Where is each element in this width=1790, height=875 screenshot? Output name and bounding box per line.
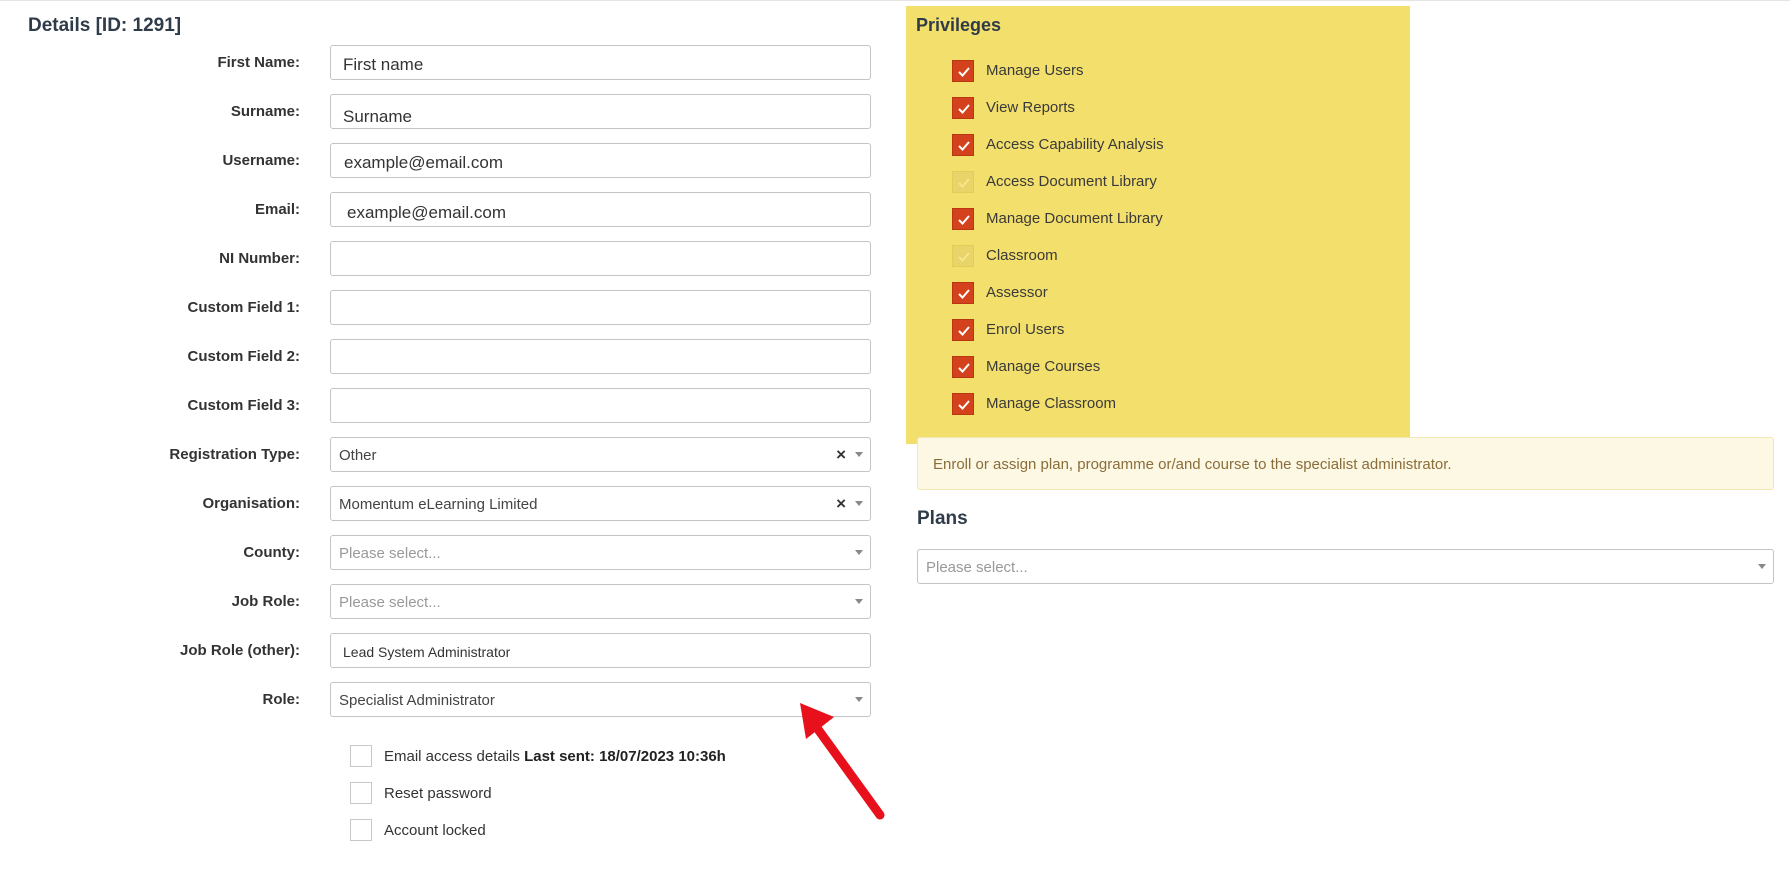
account-locked-label: Account locked [384,822,486,839]
form-row-custom-field-2: Custom Field 2: [0,339,880,375]
job-role-placeholder: Please select... [339,594,441,611]
privilege-access-document-library-label: Access Document Library [986,173,1157,190]
email-input[interactable]: example@email.com [330,192,871,227]
last-sent-text: Last sent: 18/07/2023 10:36h [524,748,726,765]
form-row-username: Username: example@email.com [0,143,880,179]
email-access-details-checkbox[interactable] [350,745,372,767]
form-row-job-role-other: Job Role (other): Lead System Administra… [0,633,880,669]
privilege-assessor-label: Assessor [986,284,1048,301]
form-row-county: County: Please select... [0,535,880,571]
email-access-details-label: Email access details Last sent: 18/07/20… [384,748,726,765]
details-title: Details [ID: 1291] [28,15,182,36]
county-label: County: [243,544,300,561]
clear-registration-type-icon[interactable]: × [836,445,846,465]
organisation-chevron-down-icon[interactable] [855,501,863,506]
plans-placeholder: Please select... [926,559,1028,576]
privilege-view-reports-label: View Reports [986,99,1075,116]
form-row-role: Role: Specialist Administrator [0,682,880,718]
privilege-access-document-library-checkbox[interactable] [952,171,974,193]
surname-label: Surname: [230,103,300,120]
privilege-manage-document-library-checkbox[interactable] [952,208,974,230]
privilege-manage-courses-label: Manage Courses [986,358,1101,375]
organisation-label: Organisation: [202,495,300,512]
top-divider [0,0,1790,1]
privilege-manage-courses-checkbox[interactable] [952,356,974,378]
form-row-organisation: Organisation: Momentum eLearning Limited… [0,486,880,522]
custom-field-2-label: Custom Field 2: [187,348,300,365]
privileges-panel: Privileges Manage Users View Reports Acces… [906,6,1410,444]
registration-type-chevron-down-icon[interactable] [855,452,863,457]
plans-select[interactable]: Please select... [917,549,1774,584]
username-label: Username: [222,152,300,169]
role-value: Specialist Administrator [339,692,495,709]
privilege-manage-classroom-label: Manage Classroom [986,395,1117,412]
job-role-other-label: Job Role (other): [180,642,300,659]
job-role-chevron-down-icon[interactable] [855,599,863,604]
ni-number-input[interactable] [330,241,871,276]
privilege-assessor-checkbox[interactable] [952,282,974,304]
form-row-first-name: First Name: First name [0,45,880,81]
job-role-label: Job Role: [231,593,300,610]
annotation-arrow-icon [800,703,885,820]
custom-field-3-input[interactable] [330,388,871,423]
plans-title: Plans [917,508,968,529]
username-input[interactable]: example@email.com [330,143,871,178]
registration-type-value: Other [339,447,377,464]
form-row-custom-field-3: Custom Field 3: [0,388,880,424]
form-row-ni-number: NI Number: [0,241,880,277]
privilege-manage-users-checkbox[interactable] [952,60,974,82]
privilege-access-capability-analysis-checkbox[interactable] [952,134,974,156]
registration-type-select[interactable]: Other × [330,437,871,472]
form-row-email: Email: example@email.com [0,192,880,228]
account-locked-checkbox[interactable] [350,819,372,841]
privilege-classroom-label: Classroom [986,247,1058,264]
job-role-select[interactable]: Please select... [330,584,871,619]
privilege-classroom-checkbox[interactable] [952,245,974,267]
reset-password-checkbox[interactable] [350,782,372,804]
custom-field-3-label: Custom Field 3: [187,397,300,414]
custom-field-1-input[interactable] [330,290,871,325]
county-select[interactable]: Please select... [330,535,871,570]
privilege-enrol-users-checkbox[interactable] [952,319,974,341]
surname-input[interactable]: Surname [330,94,871,129]
first-name-label: First Name: [217,54,300,71]
form-row-registration-type: Registration Type: Other × [0,437,880,473]
form-row-custom-field-1: Custom Field 1: [0,290,880,326]
custom-field-2-input[interactable] [330,339,871,374]
reset-password-label: Reset password [384,785,492,802]
role-label: Role: [262,691,301,708]
registration-type-label: Registration Type: [169,446,300,463]
first-name-input[interactable]: First name [330,45,871,80]
organisation-value: Momentum eLearning Limited [339,496,538,513]
plans-chevron-down-icon[interactable] [1758,564,1766,569]
notice-text: Enroll or assign plan, programme or/and … [933,456,1452,473]
form-row-surname: Surname: Surname [0,94,880,130]
custom-field-1-label: Custom Field 1: [187,299,300,316]
clear-organisation-icon[interactable]: × [836,494,846,514]
privilege-manage-document-library-label: Manage Document Library [986,210,1163,227]
county-placeholder: Please select... [339,545,441,562]
privilege-manage-users-label: Manage Users [986,62,1084,79]
job-role-other-input[interactable]: Lead System Administrator [330,633,871,668]
privileges-title: Privileges [916,15,1002,35]
form-row-job-role: Job Role: Please select... [0,584,880,620]
county-chevron-down-icon[interactable] [855,550,863,555]
email-label: Email: [254,201,300,218]
info-notice: Enroll or assign plan, programme or/and … [917,437,1774,490]
privilege-view-reports-checkbox[interactable] [952,97,974,119]
privilege-manage-classroom-checkbox[interactable] [952,393,974,415]
ni-number-label: NI Number: [219,250,300,267]
privilege-enrol-users-label: Enrol Users [986,321,1065,338]
privilege-access-capability-analysis-label: Access Capability Analysis [986,136,1164,153]
organisation-select[interactable]: Momentum eLearning Limited × [330,486,871,521]
